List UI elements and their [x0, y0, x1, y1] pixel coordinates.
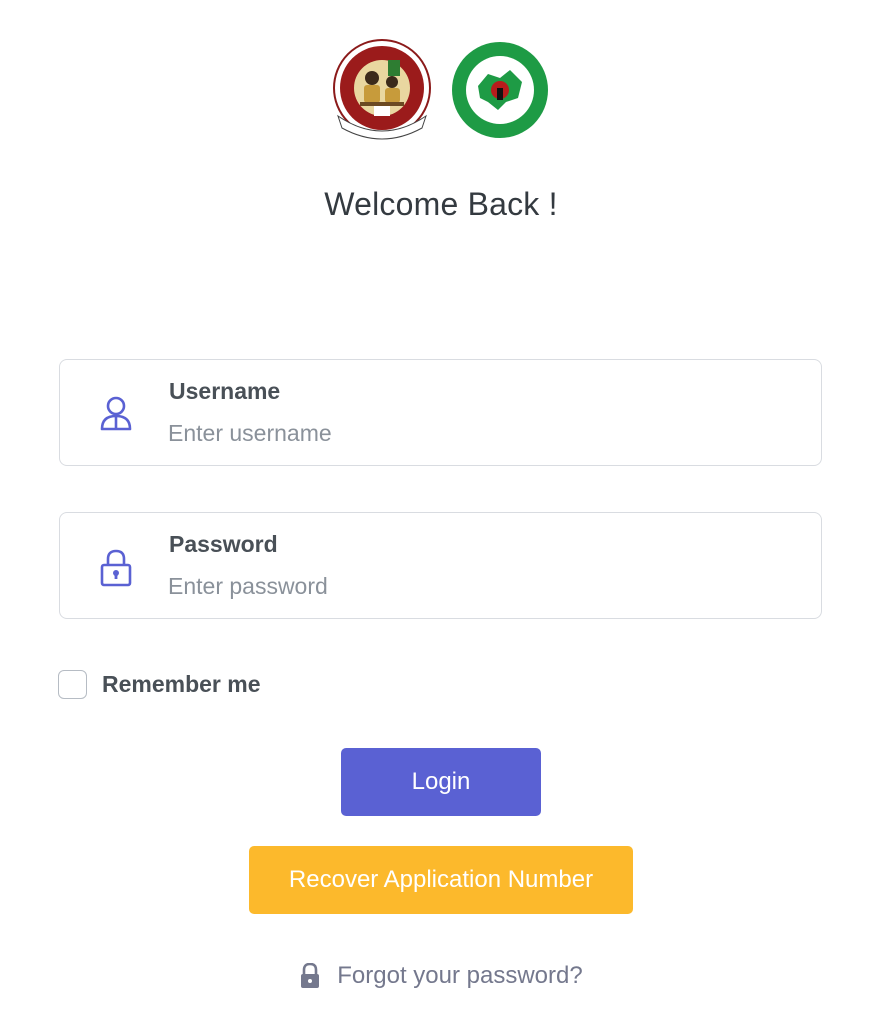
forgot-password-link[interactable]: Forgot your password?: [0, 962, 882, 990]
username-input[interactable]: [168, 416, 768, 450]
lock-icon: [301, 963, 320, 988]
user-icon: [100, 396, 132, 431]
forgot-password-label[interactable]: Forgot your password?: [337, 962, 582, 990]
recover-application-number-button[interactable]: Recover Application Number: [249, 846, 633, 914]
username-label: Username: [169, 378, 281, 404]
lock-icon: [100, 549, 132, 587]
login-button[interactable]: Login: [341, 748, 541, 816]
logo-row: [0, 38, 882, 142]
password-field[interactable]: Password: [59, 512, 822, 619]
username-field[interactable]: Username: [59, 359, 822, 466]
remember-me-label: Remember me: [102, 671, 261, 697]
remember-me-checkbox[interactable]: [58, 670, 87, 699]
password-label: Password: [169, 531, 278, 557]
page-title: Welcome Back !: [324, 186, 558, 222]
remember-me[interactable]: Remember me: [58, 670, 261, 699]
jigawa-logo: [452, 42, 548, 138]
password-input[interactable]: [168, 569, 768, 603]
ubec-logo: [333, 39, 431, 140]
